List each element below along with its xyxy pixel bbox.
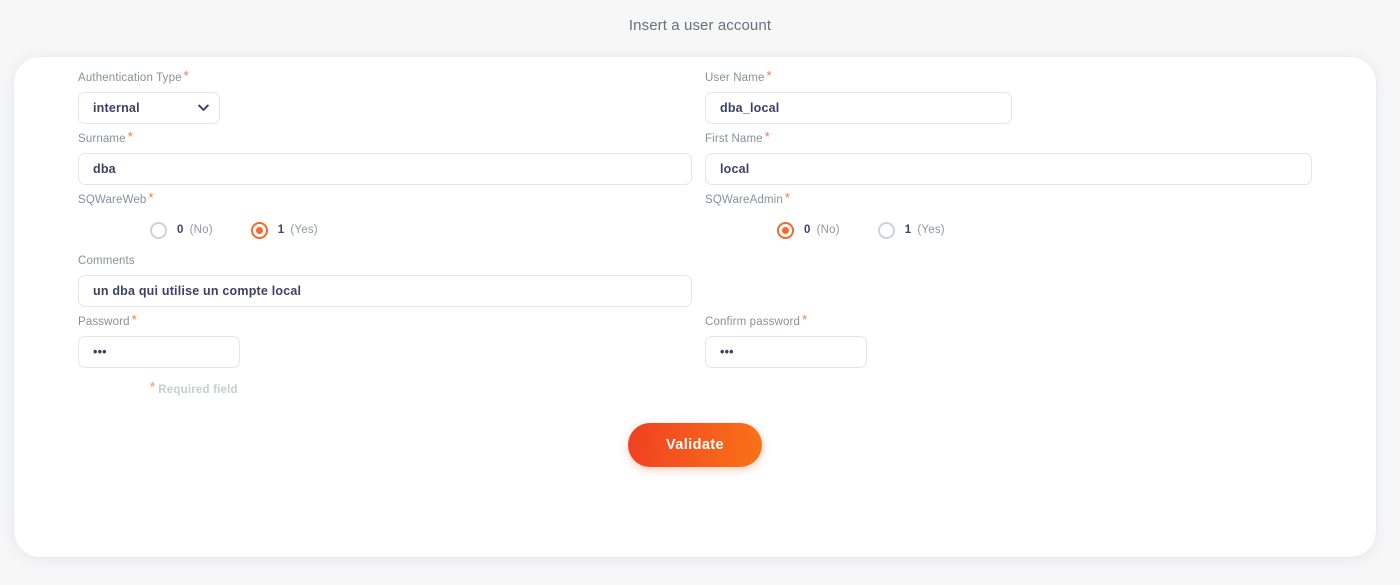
comments-label: Comments xyxy=(78,254,692,268)
required-asterisk: * xyxy=(764,129,770,144)
sqwareweb-radio-1[interactable]: 1 (Yes) xyxy=(250,221,318,239)
radio-icon[interactable] xyxy=(150,221,167,239)
sqwareadmin-radio-1-value: 1 xyxy=(904,224,912,236)
authentication-type-select-wrap: internal xyxy=(78,92,220,124)
sqwareadmin-radio-1-text: (Yes) xyxy=(917,224,945,236)
required-asterisk: * xyxy=(802,312,808,327)
surname-label: Surname * xyxy=(78,129,692,146)
required-asterisk: * xyxy=(127,129,133,144)
user-name-label-text: User Name xyxy=(705,72,765,84)
comments-label-text: Comments xyxy=(78,255,135,267)
confirm-password-label: Confirm password * xyxy=(705,312,1312,329)
field-confirm-password: Confirm password * xyxy=(700,312,1376,368)
required-asterisk: * xyxy=(150,379,156,394)
comments-input[interactable] xyxy=(78,275,692,307)
sqwareadmin-radio-0[interactable]: 0 (No) xyxy=(777,221,840,239)
authentication-type-select[interactable]: internal xyxy=(78,92,220,124)
sqwareadmin-radio-0-value: 0 xyxy=(804,224,811,236)
field-sqwareweb: SQWareWeb * 0 (No) 1 (Yes) xyxy=(14,190,700,246)
form-row-names: Surname* First Name* xyxy=(14,129,1376,185)
required-asterisk: * xyxy=(148,190,154,205)
required-asterisk: * xyxy=(131,312,137,327)
sqwareweb-label-text: SQWareWeb xyxy=(78,194,147,206)
form-row-comments: Comments xyxy=(14,254,1376,307)
form-row-required-note: * Required field xyxy=(14,379,1376,398)
sqwareadmin-radio-group: 0 (No) 1 (Yes) xyxy=(705,214,1312,246)
radio-selected-icon[interactable] xyxy=(250,221,268,239)
field-first-name: First Name * xyxy=(700,129,1376,185)
user-account-form: Authentication Type * internal User Name * xyxy=(14,57,1376,467)
sqwareadmin-radio-0-text: (No) xyxy=(816,224,840,236)
field-authentication-type: Authentication Type * internal xyxy=(14,68,700,124)
form-row-password: Password* Confirm password* xyxy=(14,312,1376,368)
surname-input[interactable] xyxy=(78,153,692,185)
sqwareweb-radio-group: 0 (No) 1 (Yes) xyxy=(78,214,692,246)
user-name-input[interactable] xyxy=(705,92,1012,124)
first-name-label-text: First Name xyxy=(705,133,763,145)
confirm-password-input[interactable] xyxy=(705,336,867,368)
authentication-type-label: Authentication Type * xyxy=(78,68,692,85)
required-field-note-text: Required field xyxy=(158,384,238,396)
field-sqwareadmin: SQWareAdmin * 0 (No) 1 (Yes) xyxy=(700,190,1376,246)
page-title: Insert a user account xyxy=(628,17,772,34)
surname-label-text: Surname xyxy=(78,133,126,145)
sqwareweb-radio-1-value: 1 xyxy=(277,224,285,236)
field-user-name: User Name * xyxy=(700,68,1376,124)
required-asterisk: * xyxy=(183,68,189,83)
sqwareweb-label: SQWareWeb * xyxy=(78,190,692,207)
sqwareweb-radio-0[interactable]: 0 (No) xyxy=(150,221,213,239)
validate-button[interactable]: Validate xyxy=(627,423,762,467)
required-field-note: * Required field xyxy=(78,379,692,398)
radio-selected-icon[interactable] xyxy=(777,221,794,239)
required-asterisk: * xyxy=(784,190,791,205)
sqwareadmin-label: SQWareAdmin * xyxy=(705,190,1312,207)
submit-button-wrap: Validate xyxy=(14,423,1376,467)
comments-spacer xyxy=(700,254,1376,307)
field-password: Password * xyxy=(14,312,700,368)
authentication-type-label-text: Authentication Type xyxy=(78,72,182,84)
sqwareadmin-radio-1[interactable]: 1 (Yes) xyxy=(877,221,945,239)
password-input[interactable] xyxy=(78,336,240,368)
sqwareweb-radio-0-value: 0 xyxy=(177,224,184,236)
user-name-label: User Name * xyxy=(705,68,1312,85)
sqwareadmin-label-text: SQWareAdmin xyxy=(705,194,783,206)
sqwareweb-radio-0-text: (No) xyxy=(189,224,213,236)
first-name-input[interactable] xyxy=(705,153,1312,185)
password-label: Password * xyxy=(78,312,692,329)
form-card: Authentication Type * internal User Name * xyxy=(14,57,1376,557)
first-name-label: First Name * xyxy=(705,129,1312,146)
field-surname: Surname * xyxy=(14,129,700,185)
required-asterisk: * xyxy=(766,68,772,83)
form-row-authentication: Authentication Type * internal User Name * xyxy=(14,68,1376,124)
required-note-wrap: * Required field xyxy=(14,379,700,398)
form-row-permissions: SQWareWeb * 0 (No) 1 (Yes) SQWareAdmin *… xyxy=(14,190,1376,246)
confirm-password-label-text: Confirm password xyxy=(705,316,801,328)
radio-icon[interactable] xyxy=(877,221,895,239)
field-comments: Comments xyxy=(14,254,700,307)
password-label-text: Password xyxy=(78,316,130,328)
sqwareweb-radio-1-text: (Yes) xyxy=(290,224,318,236)
